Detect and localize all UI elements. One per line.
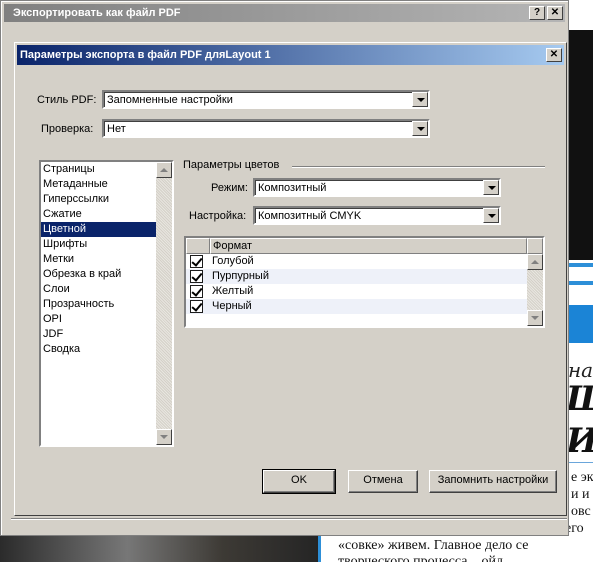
mode-value: Композитный <box>258 182 327 194</box>
category-item[interactable]: Страницы <box>41 162 156 177</box>
category-scrollbar[interactable] <box>156 162 172 445</box>
format-row[interactable]: Желтый <box>186 284 527 299</box>
header-corner <box>527 238 543 254</box>
dialog-titlebar: Параметры экспорта в файл PDF дляLayout … <box>17 45 564 65</box>
category-item[interactable]: Прозрачность <box>41 297 156 312</box>
category-item[interactable]: Слои <box>41 282 156 297</box>
setting-select[interactable]: Композитный CMYK <box>253 206 501 225</box>
category-item[interactable]: Шрифты <box>41 237 156 252</box>
background-heading-letter: И <box>566 424 593 458</box>
scroll-down-icon[interactable] <box>156 429 172 445</box>
verification-value: Нет <box>107 123 126 135</box>
save-settings-button[interactable]: Запомнить настройки <box>429 470 557 493</box>
format-table-scrollbar[interactable] <box>527 254 543 326</box>
format-row-label: Черный <box>212 300 252 312</box>
category-item[interactable]: Обрезка в край <box>41 267 156 282</box>
pdf-style-select[interactable]: Запомненные настройки <box>102 90 430 109</box>
checkbox-checked-icon[interactable] <box>190 270 203 283</box>
dialog-title: Параметры экспорта в файл PDF дляLayout … <box>20 49 271 61</box>
scroll-down-icon[interactable] <box>527 310 543 326</box>
pdf-export-options-dialog: Параметры экспорта в файл PDF дляLayout … <box>14 42 567 516</box>
background-text-line: е эк <box>571 470 593 485</box>
chevron-down-icon[interactable] <box>483 180 499 195</box>
category-item[interactable]: Метки <box>41 252 156 267</box>
chevron-down-icon[interactable] <box>412 92 428 107</box>
category-list[interactable]: Страницы Метаданные Гиперссылки Сжатие Цветн… <box>39 160 174 447</box>
verification-select[interactable]: Нет <box>102 119 430 138</box>
category-item[interactable]: OPI <box>41 312 156 327</box>
chevron-down-icon[interactable] <box>412 121 428 136</box>
setting-value: Композитный CMYK <box>258 210 362 222</box>
scroll-up-icon[interactable] <box>527 254 543 270</box>
category-item[interactable]: Метаданные <box>41 177 156 192</box>
checkbox-checked-icon[interactable] <box>190 285 203 298</box>
checkbox-checked-icon[interactable] <box>190 300 203 313</box>
category-item[interactable]: Сводка <box>41 342 156 357</box>
group-separator <box>292 166 545 168</box>
background-rule <box>565 281 593 285</box>
background-heading-letter: Ш <box>566 382 593 416</box>
setting-label: Настройка: <box>189 210 247 222</box>
format-table: Формат Голубой Пурпурный Желтый Черный <box>184 236 545 328</box>
format-row-label: Голубой <box>212 255 254 267</box>
close-icon[interactable]: ✕ <box>547 6 563 20</box>
format-row[interactable]: Черный <box>186 299 527 314</box>
category-item[interactable]: Цветной <box>41 222 156 237</box>
background-text-line: овс <box>571 504 591 519</box>
background-rule <box>566 462 593 463</box>
color-params-group-title: Параметры цветов <box>183 159 280 171</box>
category-item[interactable]: Сжатие <box>41 207 156 222</box>
verification-label: Проверка: <box>41 123 94 135</box>
category-item[interactable]: Гиперссылки <box>41 192 156 207</box>
mode-select[interactable]: Композитный <box>253 178 501 197</box>
category-items: Страницы Метаданные Гиперссылки Сжатие Цветн… <box>41 162 172 357</box>
help-button[interactable]: ? <box>529 6 545 20</box>
format-row-label: Желтый <box>212 285 254 297</box>
background-banner <box>565 305 593 343</box>
format-table-header: Формат <box>186 238 543 254</box>
header-checkbox-column <box>186 238 210 254</box>
ok-button[interactable]: OK <box>262 469 336 494</box>
chevron-down-icon[interactable] <box>483 208 499 223</box>
format-row[interactable]: Пурпурный <box>186 269 527 284</box>
format-row-label: Пурпурный <box>212 270 269 282</box>
pdf-style-value: Запомненные настройки <box>107 94 233 106</box>
format-row[interactable]: Голубой <box>186 254 527 269</box>
category-item[interactable]: JDF <box>41 327 156 342</box>
mode-label: Режим: <box>211 182 248 194</box>
dialog-close-icon[interactable]: ✕ <box>546 48 562 62</box>
background-text-line: «совке» живем. Главное дело се <box>338 538 529 553</box>
cancel-button[interactable]: Отмена <box>348 470 418 493</box>
export-pdf-window: Экспортировать как файл PDF ? ✕ Параметр… <box>0 0 569 536</box>
export-window-title: Экспортировать как файл PDF <box>13 7 181 19</box>
background-text-line: и и <box>571 487 590 502</box>
pdf-style-label: Стиль PDF: <box>37 94 97 106</box>
format-column-header[interactable]: Формат <box>210 238 527 254</box>
background-graphic <box>565 30 593 260</box>
background-rule <box>565 263 593 267</box>
export-window-titlebar: Экспортировать как файл PDF ? ✕ <box>4 4 565 22</box>
scroll-up-icon[interactable] <box>156 162 172 178</box>
background-text-line: творческого процесса... ойд <box>338 554 504 562</box>
checkbox-checked-icon[interactable] <box>190 255 203 268</box>
window-divider <box>11 518 567 520</box>
